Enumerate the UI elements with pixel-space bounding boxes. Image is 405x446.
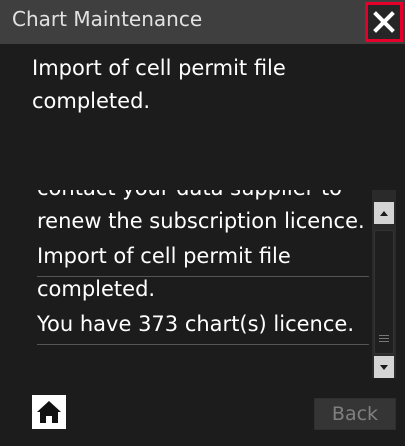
log-item: You have 373 chart(s) licence.	[37, 312, 355, 336]
log-scrollbar[interactable]	[372, 190, 396, 378]
arrow-down-icon	[380, 365, 388, 370]
thumb-grip	[379, 341, 389, 342]
back-button[interactable]: Back	[314, 398, 396, 430]
home-icon	[37, 401, 61, 423]
thumb-grip	[379, 338, 389, 339]
close-button[interactable]	[365, 2, 403, 42]
thumb-grip	[379, 335, 389, 336]
title-bar: Chart Maintenance	[0, 0, 405, 44]
scroll-up-button[interactable]	[374, 202, 394, 224]
window-title: Chart Maintenance	[12, 7, 203, 31]
log-item: contact your data supplier to renew the …	[37, 190, 365, 233]
message-log-list: contact your data supplier to renew the …	[37, 190, 367, 343]
home-button[interactable]	[32, 395, 66, 429]
log-item: Import of cell permit file completed.	[37, 244, 291, 301]
scroll-down-button[interactable]	[374, 356, 394, 378]
log-divider	[37, 276, 369, 277]
status-message: Import of cell permit file completed.	[32, 56, 286, 113]
scroll-thumb[interactable]	[374, 230, 394, 354]
close-icon	[373, 11, 395, 33]
arrow-up-icon	[380, 211, 388, 216]
log-divider	[37, 344, 369, 345]
message-log: contact your data supplier to renew the …	[23, 190, 399, 378]
